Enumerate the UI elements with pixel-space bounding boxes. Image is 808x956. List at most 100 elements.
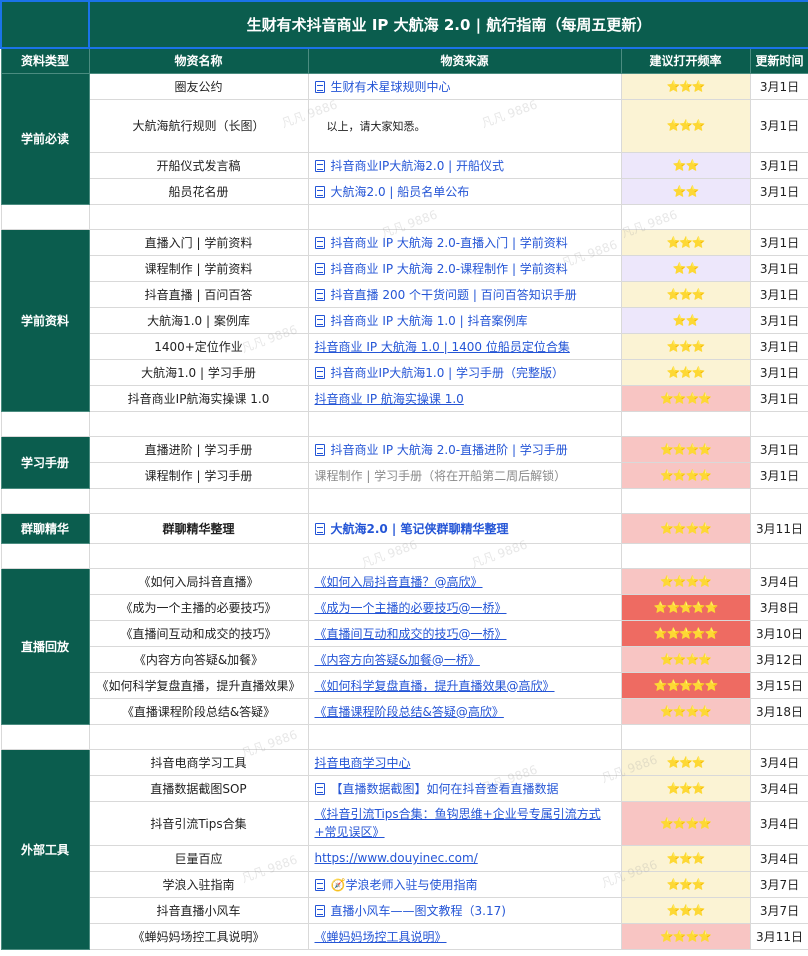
table-row: 1400+定位作业 抖音商业 IP 大航海 1.0 | 1400 位船员定位合集 ⭐… [1, 332, 808, 360]
spacer-cell [0, 487, 90, 514]
category-cell: 群聊精华 [0, 512, 90, 544]
category-cell: 直播回放 [0, 567, 90, 725]
table-row: 大航海航行规则（长图） 以上，请大家知悉。 ⭐⭐⭐ 3月1日 [1, 98, 808, 153]
spacer-cell [0, 542, 90, 569]
rating-stars: ⭐⭐ [620, 306, 751, 334]
document-icon [314, 80, 325, 93]
spacer-cell [749, 723, 808, 750]
document-icon [314, 185, 325, 198]
source-link[interactable]: 《如何入局抖音直播？@高欣》 [315, 575, 483, 589]
source-link[interactable]: 抖音商业IP大航海2.0 | 开船仪式 [331, 159, 505, 173]
table-row: 《内容方向答疑&加餐》 《内容方向答疑&加餐@一桥》 ⭐⭐⭐⭐ 3月12日 [1, 645, 808, 673]
rating-stars: ⭐⭐⭐⭐ [620, 512, 751, 544]
document-icon [314, 366, 325, 379]
item-name: 抖音商业IP航海实操课 1.0 [88, 384, 309, 412]
source-link[interactable]: 抖音商业 IP 大航海 2.0-直播进阶 | 学习手册 [331, 443, 568, 457]
rating-stars: ⭐⭐⭐ [620, 896, 751, 924]
source-link[interactable]: 《直播课程阶段总结&答疑@高欣》 [315, 705, 504, 719]
rating-stars: ⭐⭐⭐ [620, 844, 751, 872]
item-name: 《直播课程阶段总结&答疑》 [88, 697, 309, 725]
rating-stars: ⭐⭐⭐ [620, 748, 751, 776]
item-source: 《成为一个主播的必要技巧@一桥》 [307, 593, 622, 621]
item-name: 圈友公约 [88, 72, 309, 100]
source-link[interactable]: 《抖音引流Tips合集：鱼钩思维+企业号专属引流方式+常见误区》 [315, 807, 601, 839]
item-name: 直播进阶 | 学习手册 [88, 435, 309, 463]
rating-stars: ⭐⭐⭐ [620, 774, 751, 802]
source-link[interactable]: 抖音商业 IP 大航海 2.0-直播入门 | 学前资料 [331, 236, 568, 250]
spacer-cell [88, 203, 309, 230]
source-link[interactable]: https://www.douyinec.com/ [315, 851, 478, 865]
category-cell: 学习手册 [0, 435, 90, 489]
spacer-cell [0, 410, 90, 437]
update-date: 3月4日 [749, 774, 808, 802]
item-name: 船员花名册 [88, 177, 309, 205]
item-name: 《如何科学复盘直播，提升直播效果》 [88, 671, 309, 699]
table-row: 学浪入驻指南 🧭学浪老师入驻与使用指南 ⭐⭐⭐ 3月7日 [1, 870, 808, 898]
rating-stars: ⭐⭐⭐⭐ [620, 697, 751, 725]
item-source: 抖音商业 IP 大航海 1.0 | 1400 位船员定位合集 [307, 332, 622, 360]
rating-stars: ⭐⭐⭐⭐ [620, 645, 751, 673]
rating-stars: ⭐⭐⭐⭐ [620, 800, 751, 846]
item-source: 【直播数据截图】如何在抖音查看直播数据 [307, 774, 622, 802]
category-cell: 学前必读 [0, 72, 90, 205]
item-source: 《抖音引流Tips合集：鱼钩思维+企业号专属引流方式+常见误区》 [307, 800, 622, 846]
rating-stars: ⭐⭐ [620, 177, 751, 205]
source-link[interactable]: 《直播间互动和成交的技巧@一桥》 [315, 627, 507, 641]
item-name: 1400+定位作业 [88, 332, 309, 360]
update-date: 3月1日 [749, 254, 808, 282]
source-link[interactable]: 抖音直播 200 个干货问题 | 百问百答知识手册 [331, 288, 577, 302]
table-row: 《成为一个主播的必要技巧》 《成为一个主播的必要技巧@一桥》 ⭐⭐⭐⭐⭐ 3月8日 [1, 593, 808, 621]
spacer-cell [307, 542, 622, 569]
source-link[interactable]: 直播小风车——图文教程（3.17) [331, 904, 506, 918]
document-icon [314, 236, 325, 249]
source-text: 课程制作 | 学习手册（将在开船第二周后解锁） [314, 468, 567, 483]
item-name: 群聊精华整理 [88, 512, 309, 544]
item-name: 抖音直播小风车 [88, 896, 309, 924]
source-link[interactable]: 生财有术星球规则中心 [331, 80, 451, 94]
header-type: 资料类型 [0, 47, 90, 74]
source-link[interactable]: 抖音商业 IP 航海实操课 1.0 [315, 392, 464, 406]
source-link[interactable]: 大航海2.0 | 笔记侠群聊精华整理 [331, 522, 509, 536]
source-link[interactable]: 大航海2.0 | 船员名单公布 [331, 185, 470, 199]
rating-stars: ⭐⭐ [620, 151, 751, 179]
table-row: 《蝉妈妈场控工具说明》 《蝉妈妈场控工具说明》 ⭐⭐⭐⭐ 3月11日 [1, 922, 808, 950]
spacer-row [0, 487, 808, 514]
source-link[interactable]: 抖音电商学习中心 [315, 756, 411, 770]
item-name: 抖音直播 | 百问百答 [88, 280, 309, 308]
source-link[interactable]: 抖音商业IP大航海1.0 | 学习手册（完整版） [331, 366, 565, 380]
source-link[interactable]: 🧭学浪老师入驻与使用指南 [331, 878, 478, 892]
update-date: 3月12日 [749, 645, 808, 673]
rating-stars: ⭐⭐⭐⭐⭐ [620, 593, 751, 621]
document-icon [314, 288, 325, 301]
source-link[interactable]: 【直播数据截图】如何在抖音查看直播数据 [331, 782, 559, 796]
item-name: 大航海1.0 | 案例库 [88, 306, 309, 334]
item-name: 直播数据截图SOP [88, 774, 309, 802]
table-row: 船员花名册 大航海2.0 | 船员名单公布 ⭐⭐ 3月1日 [1, 177, 808, 205]
rating-stars: ⭐⭐⭐⭐ [620, 922, 751, 950]
header-source: 物资来源 [307, 47, 622, 74]
update-date: 3月1日 [749, 306, 808, 334]
document-icon [314, 159, 325, 172]
spacer-cell [0, 723, 90, 750]
source-link[interactable]: 抖音商业 IP 大航海 1.0 | 抖音案例库 [331, 314, 528, 328]
item-source: 抖音商业 IP 航海实操课 1.0 [307, 384, 622, 412]
source-link[interactable]: 抖音商业 IP 大航海 1.0 | 1400 位船员定位合集 [315, 340, 570, 354]
spacer-cell [749, 487, 808, 514]
item-name: 直播入门 | 学前资料 [88, 228, 309, 256]
guide-table: 生财有术抖音商业 IP 大航海 2.0 | 航行指南（每周五更新） 资料类型 物… [0, 0, 808, 950]
spacer-cell [307, 410, 622, 437]
table-row: 外部工具 抖音电商学习工具 抖音电商学习中心 ⭐⭐⭐ 3月4日 [0, 748, 808, 950]
source-link[interactable]: 《如何科学复盘直播，提升直播效果@高欣》 [315, 679, 555, 693]
source-link[interactable]: 《成为一个主播的必要技巧@一桥》 [315, 601, 507, 615]
item-source: 以上，请大家知悉。 [307, 98, 622, 153]
source-link[interactable]: 抖音商业 IP 大航海 2.0-课程制作 | 学前资料 [331, 262, 568, 276]
document-icon [314, 314, 325, 327]
item-source: 大航海2.0 | 笔记侠群聊精华整理 [307, 512, 622, 544]
source-link[interactable]: 《内容方向答疑&加餐@一桥》 [315, 653, 480, 667]
item-source: 抖音电商学习中心 [307, 748, 622, 776]
source-link[interactable]: 《蝉妈妈场控工具说明》 [315, 930, 447, 944]
table-row: 学前资料 直播入门 | 学前资料 抖音商业 IP 大航海 2.0-直播入门 | 学前… [0, 228, 808, 412]
update-date: 3月1日 [749, 461, 808, 489]
item-name: 抖音引流Tips合集 [88, 800, 309, 846]
item-name: 《成为一个主播的必要技巧》 [88, 593, 309, 621]
